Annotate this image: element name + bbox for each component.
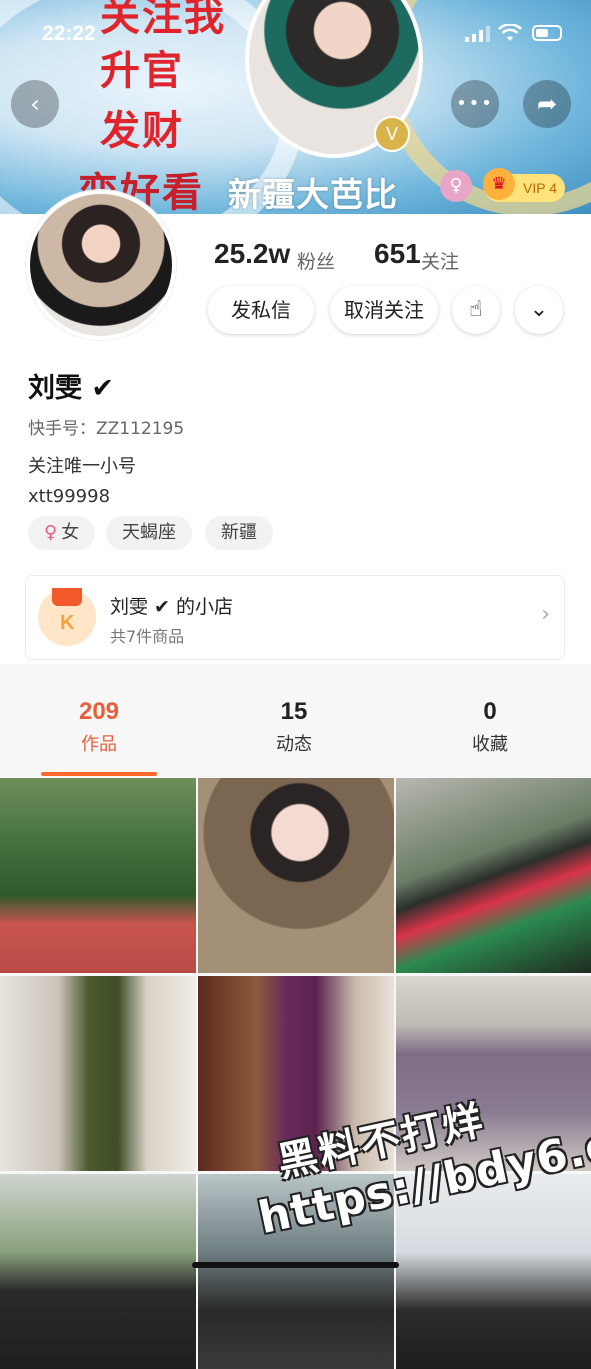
bio: 关注唯一小号 xtt99998 <box>28 452 136 512</box>
status-time: 22:22 <box>42 22 96 45</box>
tab-label: 收藏 <box>472 734 508 755</box>
video-thumbnail[interactable] <box>396 778 591 973</box>
back-button[interactable]: ‹ <box>11 80 59 128</box>
bio-line: 关注唯一小号 <box>28 456 136 477</box>
tag-zodiac[interactable]: 天蝎座 <box>106 516 192 550</box>
video-thumbnail[interactable] <box>198 778 394 973</box>
vip-badge: ♛ VIP 4 <box>483 168 565 202</box>
wifi-icon <box>498 24 522 41</box>
unfollow-button[interactable]: 取消关注 <box>330 286 438 334</box>
share-button[interactable]: ➦ <box>523 80 571 128</box>
tab-works[interactable]: 209 作品 <box>39 698 159 756</box>
active-tab-indicator <box>41 772 157 776</box>
send-message-button[interactable]: 发私信 <box>208 286 314 334</box>
banner-name: 新疆大芭比 <box>228 175 398 214</box>
video-thumbnail[interactable] <box>0 1174 196 1369</box>
shop-logo-icon <box>38 588 96 646</box>
shop-product-count: 共7件商品 <box>110 627 185 646</box>
home-indicator[interactable] <box>192 1262 399 1268</box>
tab-label: 作品 <box>81 734 117 755</box>
tab-count: 15 <box>280 698 308 725</box>
fans-count[interactable]: 25.2w <box>214 238 290 270</box>
gesture-icon[interactable]: ☝ <box>452 286 500 334</box>
avatar[interactable] <box>26 190 176 340</box>
battery-icon <box>532 25 562 41</box>
following-count[interactable]: 651 <box>374 238 421 270</box>
tab-moments[interactable]: 15 动态 <box>234 698 354 756</box>
username: 刘雯 ✔ <box>28 373 115 404</box>
tab-favorites[interactable]: 0 收藏 <box>430 698 550 756</box>
tag-location[interactable]: 新疆 <box>205 516 273 550</box>
signal-icon <box>465 26 490 42</box>
chevron-down-icon[interactable]: ⌄ <box>515 286 563 334</box>
chevron-right-icon: › <box>541 602 550 627</box>
tab-count: 209 <box>78 698 120 725</box>
tab-count: 0 <box>483 698 497 725</box>
fans-label[interactable]: 粉丝 <box>297 247 335 274</box>
content-tabs: 209 作品 15 动态 0 收藏 <box>0 684 591 776</box>
status-bar: 22:22 <box>0 22 591 52</box>
female-icon: ♀ <box>44 522 58 543</box>
more-options-button[interactable]: ••• <box>451 80 499 128</box>
shop-card[interactable]: 刘雯 ✔ 的小店 共7件商品 › <box>26 576 564 659</box>
bio-line: xtt99998 <box>28 486 111 507</box>
video-thumbnail[interactable] <box>0 778 196 973</box>
vip-label: VIP 4 <box>523 180 557 196</box>
verified-badge-icon: V <box>374 116 410 152</box>
crown-icon: ♛ <box>483 168 515 200</box>
banner-slogan-line: 发财 <box>100 107 184 154</box>
user-id[interactable]: 快手号：ZZ112195 <box>28 414 184 439</box>
tag-gender[interactable]: ♀ 女 <box>28 516 96 550</box>
video-thumbnail[interactable] <box>0 976 196 1171</box>
tag-label: 女 <box>61 522 80 543</box>
shop-title: 刘雯 ✔ 的小店 <box>110 596 233 618</box>
tab-label: 动态 <box>276 734 312 755</box>
female-icon: ♀ <box>440 170 472 202</box>
following-label[interactable]: 关注 <box>421 247 459 274</box>
